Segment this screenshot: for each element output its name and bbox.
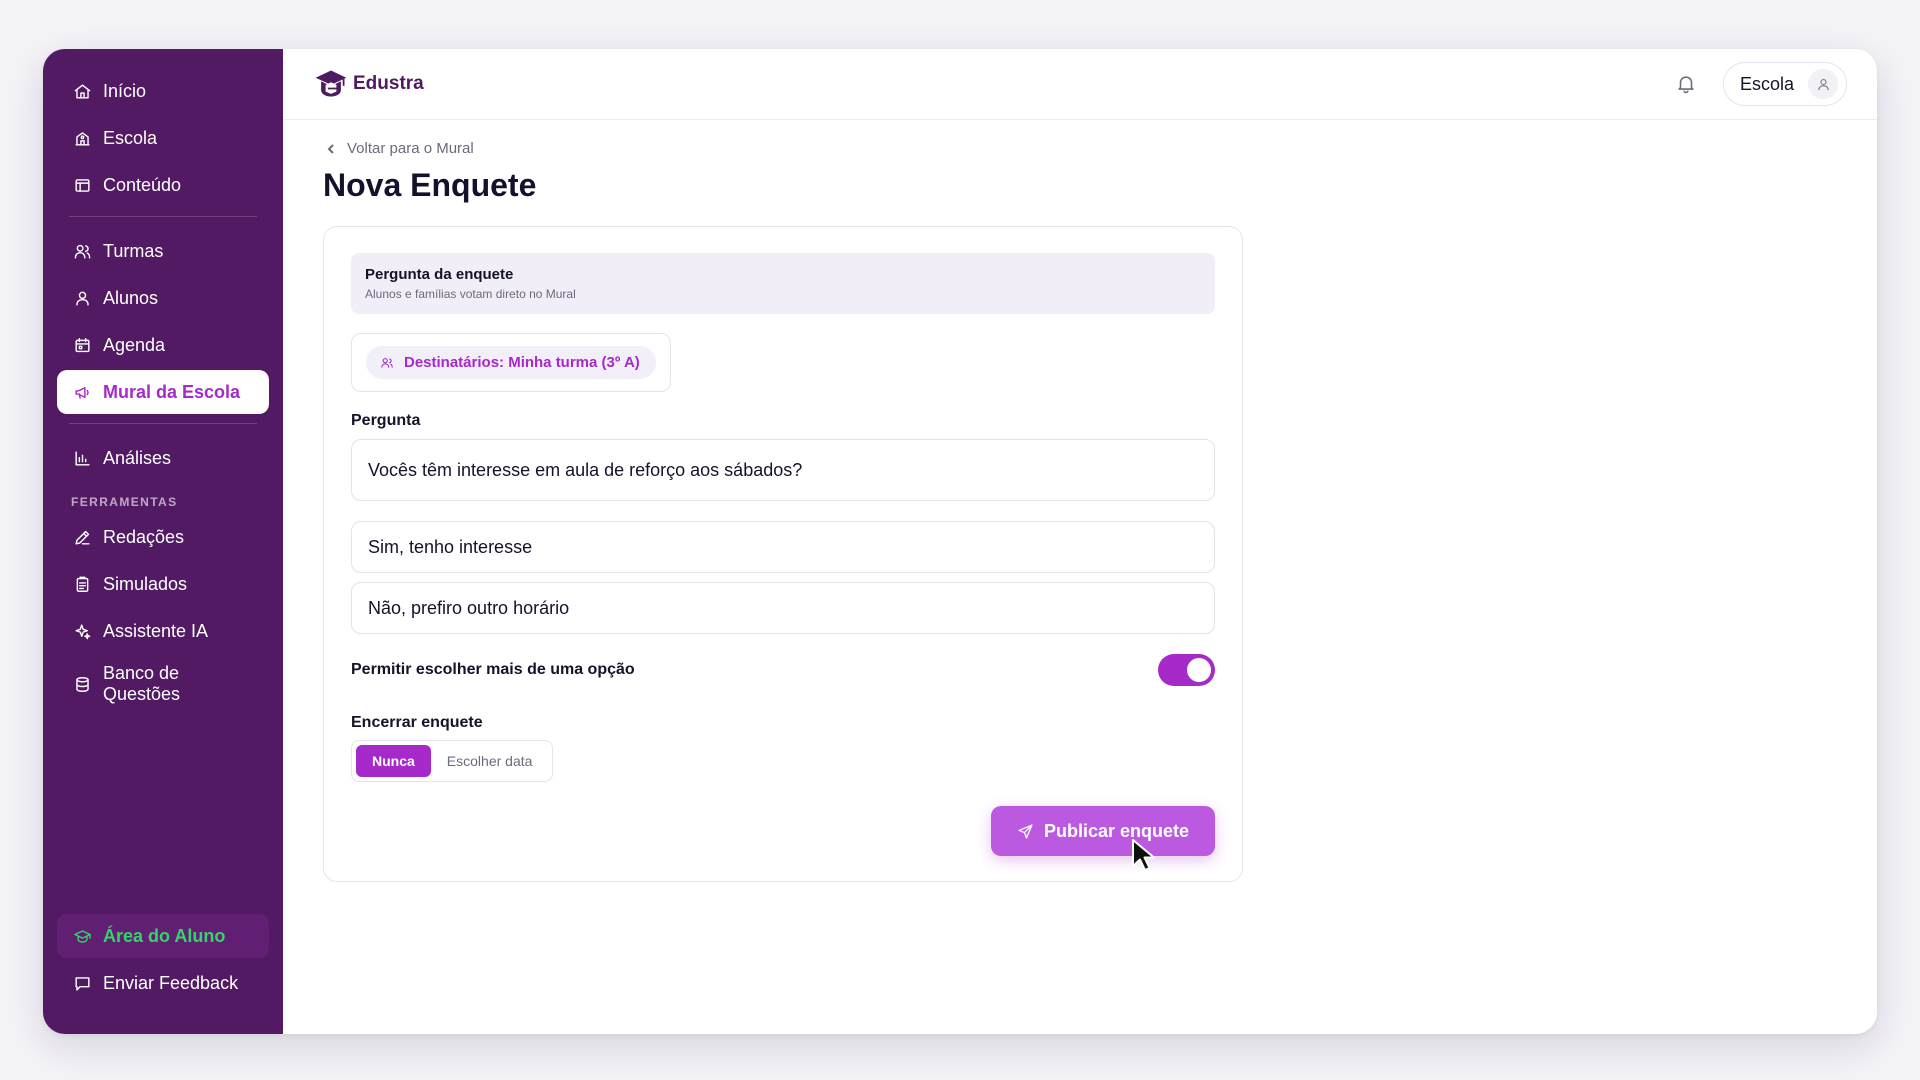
end-option-escolher-data[interactable]: Escolher data: [431, 745, 549, 777]
sidebar-item-label: Mural da Escola: [103, 381, 241, 402]
sidebar-item-label: Alunos: [103, 287, 159, 308]
poll-form-card: Pergunta da enquete Alunos e famílias vo…: [323, 226, 1243, 882]
notifications-bell-icon[interactable]: [1673, 71, 1699, 97]
send-icon: [1018, 823, 1033, 839]
multi-choice-row: Permitir escolher mais de uma opção: [351, 654, 1215, 686]
sidebar-item-inicio[interactable]: Início: [57, 69, 269, 113]
sidebar-item-label: Conteúdo: [103, 174, 182, 195]
content-icon: [71, 174, 93, 196]
recipients-label: Destinatários: Minha turma (3º A): [404, 354, 640, 371]
end-option-nunca[interactable]: Nunca: [356, 745, 431, 777]
sidebar-divider: [69, 423, 257, 424]
publish-label: Publicar enquete: [1043, 820, 1190, 841]
option-input-2[interactable]: [351, 582, 1215, 634]
question-input[interactable]: [351, 439, 1215, 501]
pen-icon: [71, 526, 93, 548]
recipients-button[interactable]: Destinatários: Minha turma (3º A): [366, 346, 656, 379]
user-label: Escola: [1739, 73, 1794, 94]
end-poll-label: Encerrar enquete: [351, 714, 483, 731]
calendar-icon: [71, 334, 93, 356]
users-icon: [381, 357, 393, 368]
sidebar-item-label: Início: [103, 80, 147, 101]
toggle-knob: [1187, 658, 1211, 682]
sidebar-item-label: Análises: [103, 447, 172, 468]
sidebar-item-label: Escola: [103, 127, 158, 148]
sidebar-item-label: Assistente IA: [103, 620, 209, 641]
sidebar-item-label: Redações: [103, 526, 185, 547]
poll-section-header: Pergunta da enquete Alunos e famílias vo…: [351, 253, 1215, 314]
topbar-actions: Escola: [1673, 62, 1847, 106]
sidebar-item-area-aluno[interactable]: Área do Aluno: [57, 914, 269, 958]
sidebar: Início Escola Conteúdo Turmas Alunos Age…: [43, 49, 283, 1034]
sidebar-item-feedback[interactable]: Enviar Feedback: [57, 961, 269, 1005]
chevron-left-icon: [327, 143, 334, 154]
sidebar-item-simulados[interactable]: Simulados: [57, 562, 269, 606]
home-icon: [71, 80, 93, 102]
user-avatar-icon: [1817, 78, 1829, 90]
section-subtitle: Alunos e famílias votam direto no Mural: [365, 287, 576, 301]
sidebar-item-agenda[interactable]: Agenda: [57, 323, 269, 367]
multi-choice-label: Permitir escolher mais de uma opção: [351, 661, 635, 678]
edustra-logo-icon: [315, 70, 347, 97]
section-title: Pergunta da enquete: [365, 266, 514, 283]
sidebar-item-label: Turmas: [103, 240, 164, 261]
sidebar-item-label: Enviar Feedback: [103, 972, 239, 993]
end-poll-segmented: Nunca Escolher data: [351, 740, 554, 782]
sidebar-item-banco[interactable]: Banco de Questões: [57, 657, 269, 711]
sidebar-item-redacoes[interactable]: Redações: [57, 515, 269, 559]
form-actions: Publicar enquete: [351, 806, 1215, 856]
message-icon: [71, 972, 93, 994]
sidebar-item-assistente[interactable]: Assistente IA: [57, 609, 269, 653]
sidebar-item-label: Área do Aluno: [103, 925, 226, 946]
sidebar-item-label: Simulados: [103, 573, 188, 594]
sidebar-item-alunos[interactable]: Alunos: [57, 276, 269, 320]
sparkles-icon: [71, 620, 93, 642]
back-link[interactable]: Voltar para o Mural: [325, 140, 1837, 157]
sidebar-item-label: Agenda: [103, 334, 166, 355]
back-link-label: Voltar para o Mural: [347, 140, 474, 157]
sidebar-item-mural[interactable]: Mural da Escola: [57, 370, 269, 414]
database-icon: [71, 673, 93, 695]
page-title: Nova Enquete: [323, 167, 537, 203]
graduation-cap-icon: [71, 925, 93, 947]
sidebar-item-label: Banco de Questões: [103, 663, 181, 704]
megaphone-icon: [71, 381, 93, 403]
topbar: Edustra Escola: [283, 49, 1877, 120]
brand-name: Edustra: [353, 73, 424, 94]
sidebar-item-turmas[interactable]: Turmas: [57, 229, 269, 273]
user-icon: [71, 287, 93, 309]
publish-poll-button[interactable]: Publicar enquete: [991, 806, 1215, 856]
brand-logo[interactable]: Edustra: [313, 67, 424, 101]
users-icon: [71, 240, 93, 262]
clipboard-icon: [71, 573, 93, 595]
user-menu[interactable]: Escola: [1722, 62, 1847, 106]
question-label: Pergunta: [351, 412, 421, 429]
app-window: Início Escola Conteúdo Turmas Alunos Age…: [43, 49, 1877, 1034]
sidebar-item-analises[interactable]: Análises: [57, 436, 269, 480]
main-area: Edustra Escola Voltar para o Mural Nova: [283, 49, 1877, 1034]
bar-chart-icon: [71, 447, 93, 469]
option-input-1[interactable]: [351, 521, 1215, 573]
sidebar-divider: [69, 216, 257, 217]
school-icon: [71, 127, 93, 149]
multi-choice-toggle[interactable]: [1158, 654, 1215, 686]
sidebar-section-label: FERRAMENTAS: [71, 495, 178, 509]
sidebar-item-conteudo[interactable]: Conteúdo: [57, 163, 269, 207]
sidebar-item-escola[interactable]: Escola: [57, 116, 269, 160]
avatar: [1808, 69, 1838, 99]
recipients-box: Destinatários: Minha turma (3º A): [351, 333, 671, 392]
sidebar-bottom: Área do Aluno Enviar Feedback: [57, 914, 269, 1008]
page-content: Voltar para o Mural Nova Enquete Pergunt…: [283, 120, 1877, 902]
